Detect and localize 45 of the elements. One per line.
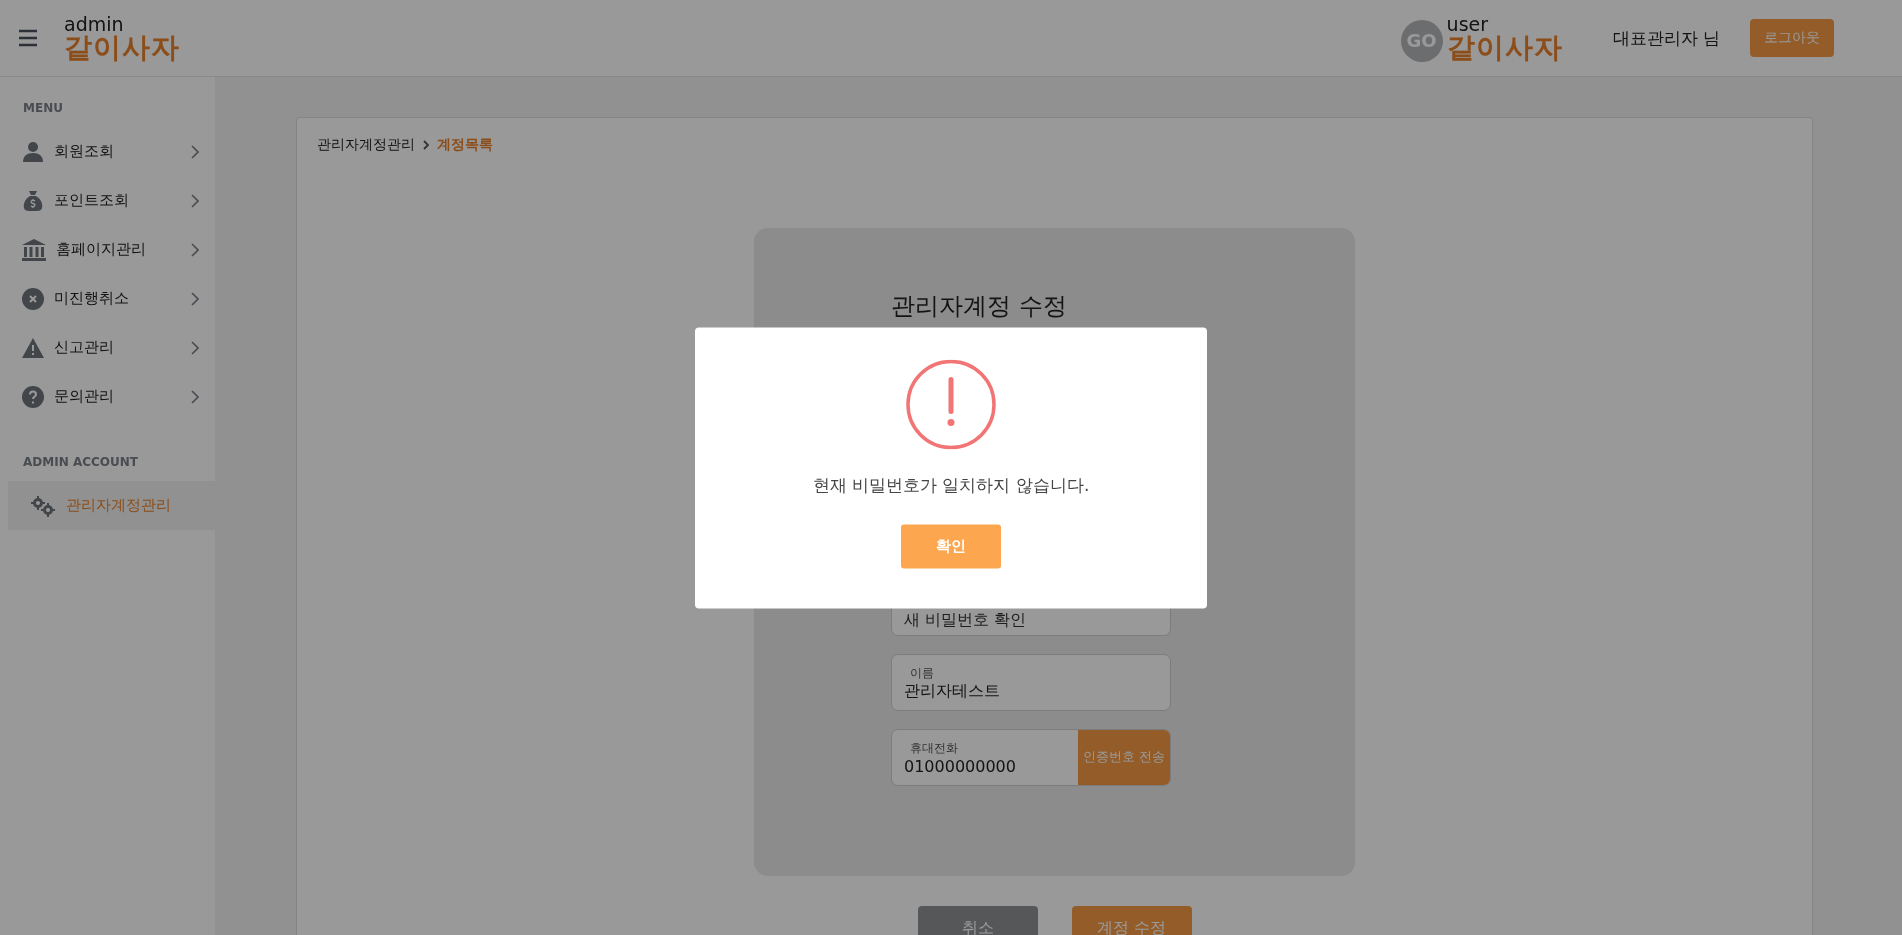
breadcrumb-separator-icon [423,140,429,150]
sidebar-item[interactable]: 포인트조회 [0,176,215,225]
warning-icon [906,359,996,449]
chevron-icon [191,193,199,208]
section-title: MENU [22,101,64,115]
sidebar-item[interactable]: 회원조회 [0,127,215,176]
sidebar-item[interactable]: 문의관리 [0,372,215,421]
alert-message: 현재 비밀번호가 일치하지 않습니다. [812,473,1090,496]
chevron-icon [191,291,199,306]
text-input[interactable]: 01000000000 [904,756,1066,776]
field-label: 휴대전화 [909,739,959,757]
sidebar-item-label: 문의관리 [54,387,115,406]
section-title: ADMIN ACCOUNT [22,455,139,469]
sidebar-item[interactable]: 미진행취소 [0,274,215,323]
phone-field[interactable]: 휴대전화 01000000000 인증번호 전송 [891,729,1171,786]
help-icon [22,385,44,408]
money-bag-icon [22,189,44,212]
sidebar-item-label: 회원조회 [54,142,115,161]
logo-caption: user [1446,14,1490,34]
sidebar-item-label: 홈페이지관리 [56,240,147,259]
menu-icon[interactable] [18,29,38,47]
sidebar-item[interactable]: 신고관리 [0,323,215,372]
chevron-icon [191,389,199,404]
user-name: 대표관리자 님 [1612,26,1720,50]
warning-icon [22,337,44,358]
sidebar-item-label: 미진행취소 [54,289,130,308]
sidebar-item-label: 관리자계정관리 [66,496,172,515]
field-label: 이름 [909,664,935,682]
name-field[interactable]: 이름 관리자테스트 [891,654,1171,711]
text-input[interactable]: 새 비밀번호 확인 [904,610,1158,629]
cancel-icon [22,287,44,310]
chevron-icon [191,242,199,257]
sidebar-item[interactable]: 홈페이지관리 [0,225,215,274]
gears-icon [30,494,56,517]
breadcrumb-link[interactable]: 관리자계정관리 [317,136,415,154]
text-input[interactable]: 관리자테스트 [904,681,1158,701]
sidebar-item-label: 포인트조회 [54,191,130,210]
form-title: 관리자계정 수정 [891,291,1068,322]
chevron-icon [191,144,199,159]
person-icon [22,140,44,163]
bank-icon [22,238,46,261]
logo-caption: admin [64,14,125,34]
logo-text: 같이사자 [64,33,180,62]
chevron-icon [191,340,199,355]
sidebar-item-label: 신고관리 [54,338,115,357]
